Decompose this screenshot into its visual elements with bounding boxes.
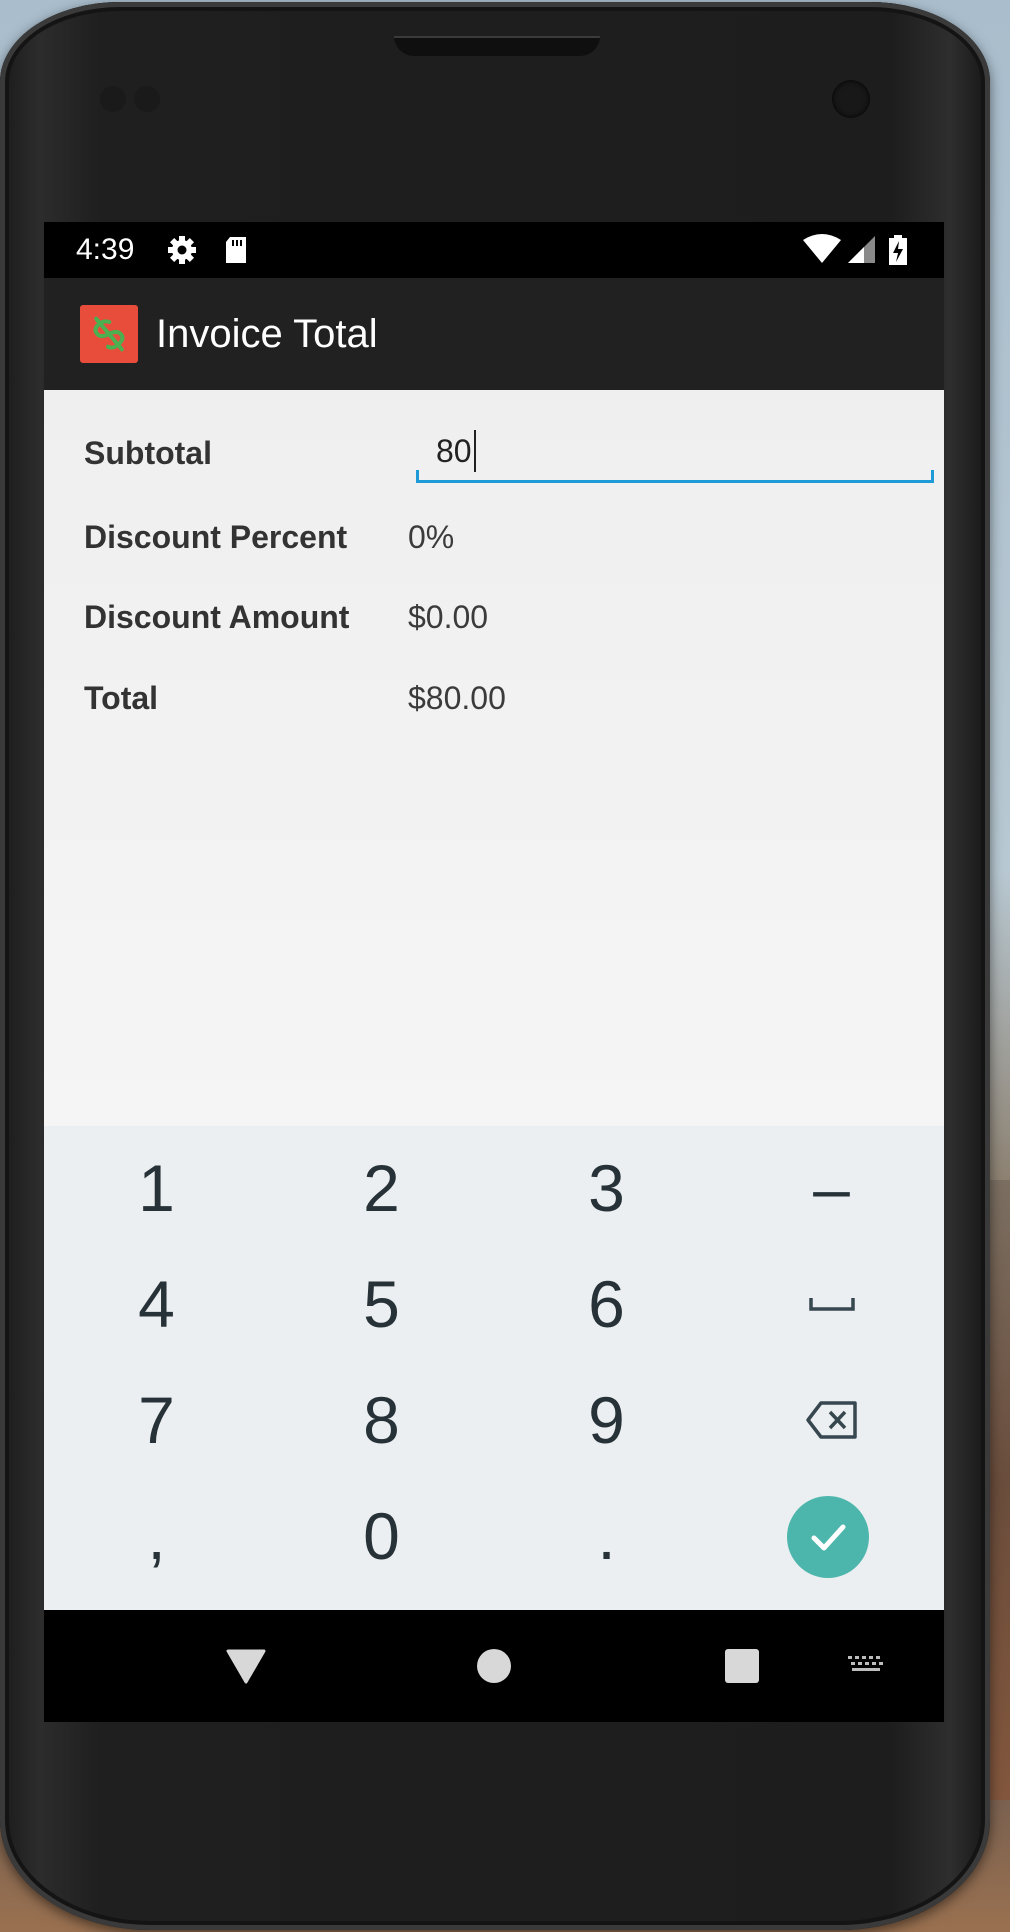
recents-icon [725,1649,759,1683]
key-7[interactable]: 7 [44,1362,269,1478]
discount-percent-value: 0% [408,519,455,555]
light-sensor [134,86,160,112]
key-space[interactable] [719,1246,944,1362]
total-value: $80.00 [408,680,506,716]
subtotal-input[interactable] [416,426,944,476]
underline-tick-right [931,470,934,482]
phone-frame: 4:39 Invoice Total Subtotal 80 Discount … [0,2,990,1930]
key-comma[interactable]: , [44,1478,269,1594]
app-title: Invoice Total [156,312,378,356]
proximity-sensor [100,86,126,112]
key-2[interactable]: 2 [269,1130,494,1246]
sd-card-icon [220,234,252,266]
app-bar: Invoice Total [44,278,944,390]
key-5[interactable]: 5 [269,1246,494,1362]
earpiece-speaker [394,36,600,56]
front-camera [832,80,870,118]
back-button[interactable] [220,1640,272,1692]
dollar-icon [80,305,138,363]
home-button[interactable] [468,1640,520,1692]
discount-amount-value: $0.00 [408,599,489,635]
key-9[interactable]: 9 [494,1362,719,1478]
subtotal-label: Subtotal [84,435,212,471]
discount-amount-label: Discount Amount [84,599,350,635]
navigation-bar [44,1610,944,1722]
status-bar: 4:39 [44,222,944,278]
key-4[interactable]: 4 [44,1246,269,1362]
subtotal-input-underline [416,480,934,483]
battery-charging-icon [886,234,910,266]
keyboard-switch-button[interactable] [840,1640,892,1692]
text-cursor [474,430,476,472]
key-backspace[interactable] [719,1362,944,1478]
key-3[interactable]: 3 [494,1130,719,1246]
settings-icon [166,234,198,266]
discount-percent-label: Discount Percent [84,519,348,555]
key-0[interactable]: 0 [269,1478,494,1594]
keyboard-switch-icon [848,1656,883,1671]
key-1[interactable]: 1 [44,1130,269,1246]
invoice-form: Subtotal Discount Percent 0% Discount Am… [44,390,944,1126]
signal-icon [846,234,878,266]
key-6[interactable]: 6 [494,1246,719,1362]
device-screen: 4:39 Invoice Total Subtotal 80 Discount … [44,222,944,1722]
underline-tick-left [416,470,419,482]
numeric-keyboard: 1 2 3 – 4 5 6 7 8 9 , 0 . [44,1126,944,1610]
wifi-icon [802,234,842,266]
space-icon [808,1298,855,1311]
backspace-icon [805,1401,857,1439]
key-8[interactable]: 8 [269,1362,494,1478]
total-label: Total [84,680,159,716]
home-icon [477,1649,511,1683]
done-icon [811,1524,846,1551]
status-time: 4:39 [76,233,135,266]
done-key[interactable] [787,1496,869,1578]
key-minus[interactable]: – [719,1130,944,1246]
back-icon [226,1649,266,1684]
key-period[interactable]: . [494,1478,719,1594]
recents-button[interactable] [716,1640,768,1692]
